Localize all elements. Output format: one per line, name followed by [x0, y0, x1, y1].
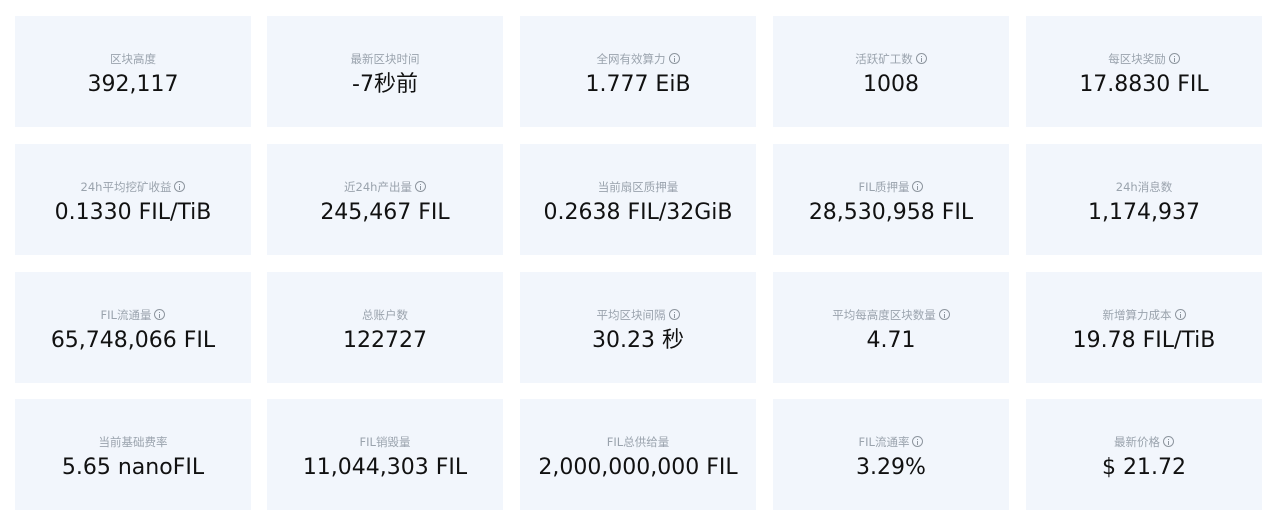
stat-card-24h-mining-yield: 24h平均挖矿收益 0.1330 FIL/TiB: [15, 144, 251, 255]
info-icon[interactable]: [414, 181, 426, 192]
stat-value: 122727: [343, 328, 427, 353]
info-icon[interactable]: [938, 309, 950, 320]
stat-label: 总账户数: [362, 308, 408, 322]
stat-card-block-reward: 每区块奖励 17.8830 FIL: [1026, 16, 1262, 127]
stat-value: 245,467 FIL: [320, 200, 450, 225]
stat-value: 0.1330 FIL/TiB: [54, 200, 212, 225]
stat-card-blocks-per-height: 平均每高度区块数量 4.71: [773, 272, 1009, 383]
stat-label: 当前基础费率: [98, 435, 168, 449]
stat-card-power-cost: 新增算力成本 19.78 FIL/TiB: [1026, 272, 1262, 383]
stat-label: 24h消息数: [1115, 180, 1173, 194]
stat-card-circulation-rate: FIL流通率 3.29%: [773, 399, 1009, 510]
stat-label: 当前扇区质押量: [597, 180, 679, 194]
stat-card-24h-output: 近24h产出量 245,467 FIL: [267, 144, 503, 255]
stat-card-latest-block-time: 最新区块时间 -7秒前: [267, 16, 503, 127]
stat-value: 1,174,937: [1088, 200, 1200, 225]
stat-value: 3.29%: [856, 455, 926, 480]
stat-card-network-power: 全网有效算力 1.777 EiB: [520, 16, 756, 127]
stat-value: -7秒前: [352, 72, 418, 97]
stat-card-block-interval: 平均区块间隔 30.23 秒: [520, 272, 756, 383]
stat-value: 5.65 nanoFIL: [61, 455, 205, 480]
stat-value: 65,748,066 FIL: [50, 328, 216, 353]
stat-card-fil-pledged: FIL质押量 28,530,958 FIL: [773, 144, 1009, 255]
stat-value: 17.8830 FIL: [1079, 72, 1209, 97]
stat-label: 区块高度: [110, 52, 156, 66]
stat-value: 4.71: [866, 328, 916, 353]
stat-label: FIL流通率: [773, 435, 1009, 449]
info-icon[interactable]: [1168, 53, 1180, 64]
stat-label: 活跃矿工数: [773, 52, 1009, 66]
info-icon[interactable]: [668, 309, 680, 320]
stat-label: 最新区块时间: [350, 52, 420, 66]
stat-value: 11,044,303 FIL: [302, 455, 468, 480]
stat-card-active-miners: 活跃矿工数 1008: [773, 16, 1009, 127]
info-icon[interactable]: [668, 53, 680, 64]
stat-value: 28,530,958 FIL: [808, 200, 974, 225]
info-icon[interactable]: [912, 181, 924, 192]
stat-card-fil-burned: FIL销毁量 11,044,303 FIL: [267, 399, 503, 510]
stat-value: 1.777 EiB: [585, 72, 691, 97]
stat-label: 近24h产出量: [267, 180, 503, 194]
stat-value: 19.78 FIL/TiB: [1072, 328, 1216, 353]
stat-value: 2,000,000,000 FIL: [538, 455, 738, 480]
stat-label: 每区块奖励: [1026, 52, 1262, 66]
info-icon[interactable]: [174, 181, 186, 192]
stat-label: 平均区块间隔: [520, 308, 756, 322]
info-icon[interactable]: [1174, 309, 1186, 320]
info-icon[interactable]: [915, 53, 927, 64]
stat-label: FIL流通量: [15, 308, 251, 322]
stat-label: FIL销毁量: [359, 435, 411, 449]
stat-value: 30.23 秒: [592, 328, 684, 353]
stat-label: 平均每高度区块数量: [773, 308, 1009, 322]
info-icon[interactable]: [912, 436, 924, 447]
stat-label: 全网有效算力: [520, 52, 756, 66]
stat-card-total-supply: FIL总供给量 2,000,000,000 FIL: [520, 399, 756, 510]
stat-label: 最新价格: [1026, 435, 1262, 449]
stat-card-total-accounts: 总账户数 122727: [267, 272, 503, 383]
stat-label: FIL质押量: [773, 180, 1009, 194]
stat-card-sector-pledge: 当前扇区质押量 0.2638 FIL/32GiB: [520, 144, 756, 255]
info-icon[interactable]: [154, 309, 166, 320]
stat-label: 24h平均挖矿收益: [15, 180, 251, 194]
info-icon[interactable]: [1163, 436, 1174, 447]
stat-card-24h-messages: 24h消息数 1,174,937: [1026, 144, 1262, 255]
stat-label: 新增算力成本: [1026, 308, 1262, 322]
stats-grid: 区块高度 392,117 最新区块时间 -7秒前 全网有效算力 1.777 Ei…: [0, 0, 1276, 526]
stat-card-latest-price: 最新价格 $ 21.72: [1026, 399, 1262, 510]
stat-card-base-fee: 当前基础费率 5.65 nanoFIL: [15, 399, 251, 510]
stat-value: $ 21.72: [1102, 455, 1186, 480]
stat-value: 392,117: [87, 72, 179, 97]
stat-card-circulating-supply: FIL流通量 65,748,066 FIL: [15, 272, 251, 383]
stat-label: FIL总供给量: [606, 435, 670, 449]
stat-value: 1008: [863, 72, 919, 97]
stat-card-block-height: 区块高度 392,117: [15, 16, 251, 127]
stat-value: 0.2638 FIL/32GiB: [543, 200, 733, 225]
